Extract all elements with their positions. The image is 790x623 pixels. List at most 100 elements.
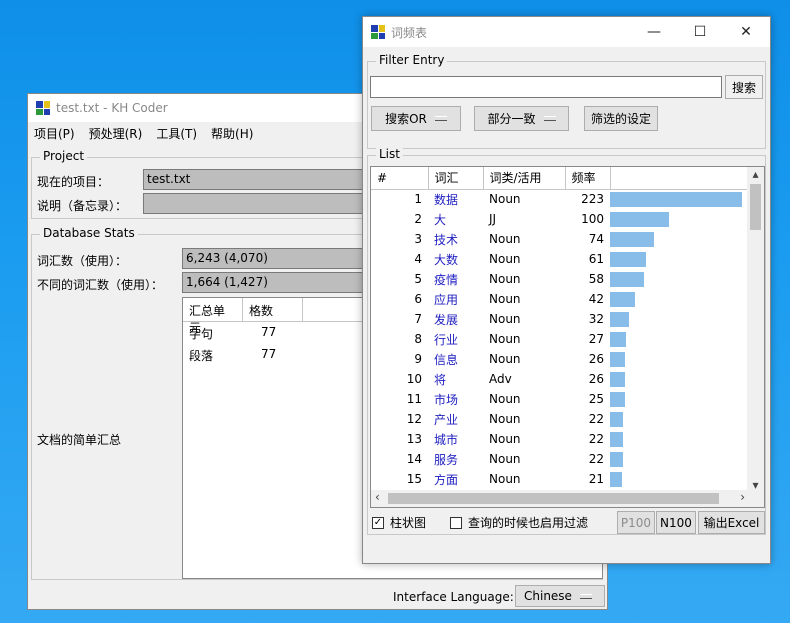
search-or-select[interactable]: 搜索OR [371,106,461,131]
frequency-row[interactable]: 6 应用 Noun 42 [371,289,749,309]
frequency-bar-cell [610,449,749,469]
rank-cell: 3 [414,232,422,246]
frequency-bar [610,371,625,387]
frequency-cell: 22 [588,452,604,466]
search-or-value: 搜索OR [385,112,427,126]
rank-cell: 7 [414,312,422,326]
word-cell: 技术 [434,232,459,247]
frequency-row[interactable]: 5 疫情 Noun 58 [371,269,749,289]
summary-cell-unit: 段落 [189,349,214,363]
menu-help[interactable]: 帮助(H) [211,125,253,142]
bar-chart-toggle[interactable]: ✓ 柱状图 [372,514,426,531]
summary-header-unit[interactable]: 汇总单元 [183,298,243,335]
menu-preprocess[interactable]: 预处理(R) [89,125,143,142]
frequency-cell: 26 [588,352,604,366]
minimize-icon[interactable]: — [631,17,677,46]
p100-button[interactable]: P100 [617,511,655,534]
frequency-row[interactable]: 8 行业 Noun 27 [371,329,749,349]
freq-titlebar[interactable]: 词频表 — ☐ ✕ [363,17,770,47]
word-cell: 大数 [434,252,459,267]
rank-cell: 13 [406,432,422,446]
token-count-label: 词汇数（使用）： [37,254,128,268]
export-excel-button[interactable]: 输出Excel [698,511,765,534]
word-cell: 城市 [434,432,459,447]
rank-cell: 4 [414,252,422,266]
bar-chart-checkbox[interactable]: ✓ [372,516,384,529]
kh-coder-app-icon [36,101,50,115]
frequency-row[interactable]: 12 产业 Noun 22 [371,409,749,429]
pos-cell: Noun [489,192,521,207]
frequency-row[interactable]: 3 技术 Noun 74 [371,229,749,249]
rank-cell: 2 [414,212,422,226]
summary-cell-unit: 字句 [189,327,214,341]
scroll-left-icon[interactable]: ‹ [375,490,380,504]
pos-cell: Noun [489,432,521,446]
frequency-cell: 32 [588,312,604,326]
frequency-bar-cell [610,189,749,209]
frequency-row[interactable]: 4 大数 Noun 61 [371,249,749,269]
summary-label: 文档的简单汇总 [37,433,122,447]
word-cell: 将 [434,372,447,387]
search-button[interactable]: 搜索 [725,75,763,99]
frequency-list[interactable]: # 词汇 词类/活用 频率 1 数据 Noun 223 2 大 JJ 100 3 技术 Noun 74… [370,166,765,508]
n100-button[interactable]: N100 [656,511,696,534]
frequency-cell: 27 [588,332,604,346]
rank-cell: 15 [406,472,422,486]
frequency-cell: 22 [588,432,604,446]
pos-cell: Noun [489,252,521,266]
col-header-pos[interactable]: 词类/活用 [483,167,566,190]
frequency-row[interactable]: 14 服务 Noun 22 [371,449,749,469]
search-input[interactable] [370,76,722,98]
scroll-right-icon[interactable]: › [740,490,745,504]
frequency-row[interactable]: 10 将 Adv 26 [371,369,749,389]
frequency-row[interactable]: 7 发展 Noun 32 [371,309,749,329]
rank-cell: 12 [406,412,422,426]
horizontal-scrollbar[interactable]: ‹ › [371,490,749,507]
kh-coder-app-icon [371,25,385,39]
frequency-bar [610,251,646,267]
pos-cell: Noun [489,412,521,426]
frequency-row[interactable]: 13 城市 Noun 22 [371,429,749,449]
summary-cell-count: 77 [261,325,277,339]
frequency-table: # 词汇 词类/活用 频率 1 数据 Noun 223 2 大 JJ 100 3 技术 Noun 74… [371,167,750,507]
frequency-bar-cell [610,429,749,449]
menu-project[interactable]: 项目(P) [34,125,75,142]
col-header-word[interactable]: 词汇 [428,167,484,190]
vertical-scrollbar[interactable]: ▴ ▾ [747,167,764,507]
filter-on-query-toggle[interactable]: 查询的时候也启用过滤 [450,514,588,531]
pos-cell: Noun [489,472,521,486]
frequency-bar [610,191,742,207]
word-cell: 行业 [434,332,459,347]
frequency-bar-cell [610,409,749,429]
frequency-bar-cell [610,349,749,369]
close-icon[interactable]: ✕ [723,17,769,46]
frequency-bar [610,311,629,327]
scroll-down-icon[interactable]: ▾ [747,478,764,492]
frequency-bar [610,331,626,347]
frequency-row[interactable]: 15 方面 Noun 21 [371,469,749,489]
frequency-row[interactable]: 1 数据 Noun 223 [371,189,749,209]
col-header-rank[interactable]: # [371,167,429,190]
frequency-row[interactable]: 9 信息 Noun 26 [371,349,749,369]
maximize-icon[interactable]: ☐ [677,17,723,46]
frequency-cell: 42 [588,292,604,306]
horizontal-scroll-thumb[interactable] [388,493,719,504]
col-header-frequency[interactable]: 频率 [565,167,611,190]
frequency-bar-cell [610,209,749,229]
type-count-label: 不同的词汇数（使用）： [37,278,164,292]
menu-tools[interactable]: 工具(T) [156,125,197,142]
frequency-row[interactable]: 2 大 JJ 100 [371,209,749,229]
scroll-up-icon[interactable]: ▴ [747,167,764,184]
interface-language-select[interactable]: Chinese [515,585,605,607]
frequency-row[interactable]: 11 市场 Noun 25 [371,389,749,409]
frequency-bar [610,451,623,467]
partial-match-select[interactable]: 部分一致 [474,106,569,131]
filter-settings-button[interactable]: 筛选的设定 [584,106,658,131]
vertical-scroll-thumb[interactable] [750,184,761,230]
summary-header-count[interactable]: 格数 [243,298,303,321]
word-cell: 应用 [434,292,459,307]
frequency-cell: 74 [588,232,604,246]
filter-on-query-checkbox[interactable] [450,516,462,529]
bar-chart-label: 柱状图 [390,516,427,530]
summary-cell-count: 77 [261,347,277,361]
